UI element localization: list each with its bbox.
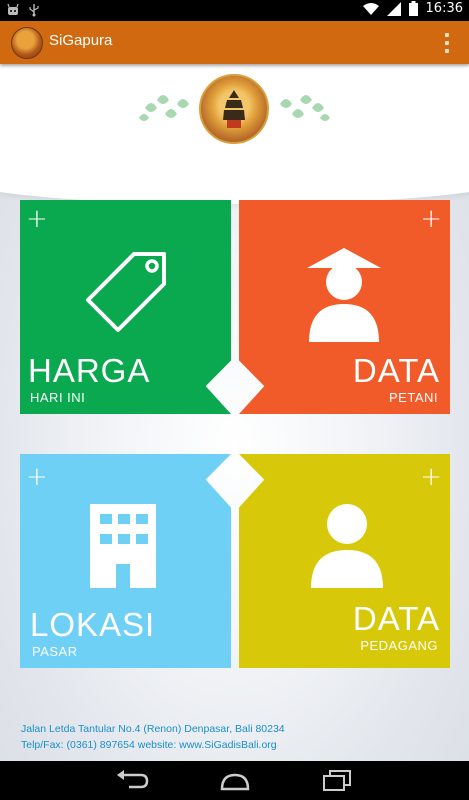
tile-title: LOKASI bbox=[30, 606, 156, 643]
temple-emblem bbox=[199, 74, 269, 144]
usb-icon bbox=[29, 4, 39, 17]
recent-apps-icon[interactable] bbox=[320, 769, 354, 791]
wifi-icon bbox=[362, 2, 379, 15]
farmer-icon bbox=[307, 248, 381, 342]
building-icon bbox=[90, 504, 156, 588]
main-content: + HARGA HARI INI + DATA PETANI + LOKASI bbox=[0, 64, 469, 761]
tile-title: HARGA bbox=[28, 352, 151, 389]
tile-data-petani[interactable]: + DATA PETANI bbox=[239, 200, 450, 414]
action-bar: SiGapura bbox=[0, 21, 469, 64]
footer: Jalan Letda Tantular No.4 (Renon) Denpas… bbox=[21, 721, 285, 753]
leaf-ornament-icon bbox=[139, 95, 189, 121]
battery-icon bbox=[408, 1, 418, 16]
tile-subtitle: HARI INI bbox=[30, 390, 86, 405]
temple-icon bbox=[223, 90, 245, 128]
tile-data-pedagang[interactable]: + DATA PEDAGANG bbox=[239, 454, 450, 668]
tile-harga-hari-ini[interactable]: + HARGA HARI INI bbox=[20, 200, 231, 414]
plus-icon: + bbox=[26, 204, 48, 234]
android-notification-icon bbox=[7, 3, 19, 15]
clock: 16:36 bbox=[425, 1, 463, 16]
back-icon[interactable] bbox=[115, 769, 149, 791]
leaf-ornament-icon bbox=[280, 95, 330, 121]
home-icon[interactable] bbox=[218, 769, 252, 791]
app-title: SiGapura bbox=[49, 32, 113, 49]
status-bar: 16:36 bbox=[0, 0, 469, 21]
navigation-bar bbox=[0, 761, 469, 800]
tile-subtitle: PEDAGANG bbox=[360, 638, 438, 653]
footer-address: Jalan Letda Tantular No.4 (Renon) Denpas… bbox=[21, 723, 285, 735]
footer-contact: Telp/Fax: (0361) 897654 website: www.SiG… bbox=[21, 739, 277, 751]
tile-lokasi-pasar[interactable]: + LOKASI PASAR bbox=[20, 454, 231, 668]
plus-icon: + bbox=[420, 462, 442, 492]
overflow-menu-icon[interactable] bbox=[445, 33, 451, 53]
tile-subtitle: PASAR bbox=[32, 644, 78, 659]
plus-icon: + bbox=[420, 204, 442, 234]
tile-subtitle: PETANI bbox=[389, 390, 438, 405]
price-tag-icon bbox=[86, 252, 166, 332]
tile-title: DATA bbox=[352, 352, 440, 389]
signal-icon bbox=[386, 1, 401, 16]
app-logo-icon[interactable] bbox=[11, 27, 43, 59]
trader-icon bbox=[311, 504, 383, 588]
plus-icon: + bbox=[26, 462, 48, 492]
tile-title: DATA bbox=[352, 600, 440, 637]
